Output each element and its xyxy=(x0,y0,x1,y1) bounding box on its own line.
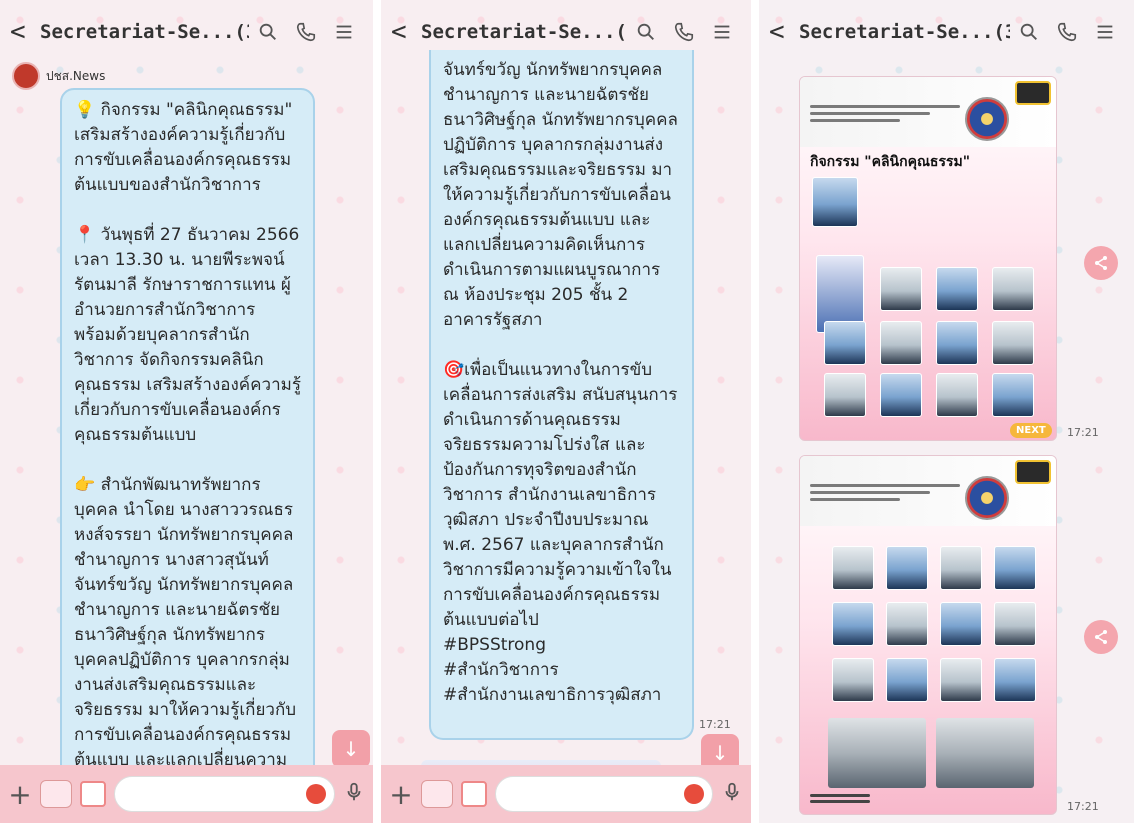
message-input[interactable] xyxy=(495,776,713,812)
poster-photo xyxy=(880,373,922,417)
chat-title[interactable]: Secretariat-Se...(387) xyxy=(799,21,1010,43)
poster-photo xyxy=(886,602,928,646)
sender-avatar[interactable] xyxy=(12,62,40,90)
poster-photo xyxy=(992,373,1034,417)
phone-icon[interactable] xyxy=(287,21,325,43)
emoji-icon[interactable] xyxy=(306,784,326,804)
share-button[interactable] xyxy=(1084,620,1118,654)
message-composer: + xyxy=(0,765,373,823)
message-time: 17:21 xyxy=(1067,426,1099,439)
menu-icon[interactable] xyxy=(1086,21,1124,43)
poster-footer-text-lines xyxy=(810,794,870,808)
poster-photo xyxy=(940,602,982,646)
camera-sticker-icon[interactable] xyxy=(40,780,72,808)
search-icon[interactable] xyxy=(627,21,665,43)
strong-badge-icon xyxy=(1015,460,1051,484)
poster-header-text-lines xyxy=(810,484,960,505)
microphone-icon[interactable] xyxy=(343,781,365,807)
poster-photo xyxy=(936,267,978,311)
poster-photo xyxy=(992,267,1034,311)
message-composer: + xyxy=(381,765,751,823)
scroll-down-button[interactable]: ↓ xyxy=(332,730,370,768)
meeting-room-photo xyxy=(936,718,1034,788)
share-button[interactable] xyxy=(1084,246,1118,280)
poster-photo xyxy=(994,658,1036,702)
sender-name: ปชส.News xyxy=(46,68,106,83)
photo-icon[interactable] xyxy=(80,781,106,807)
strong-badge-icon xyxy=(1015,81,1051,105)
plus-icon[interactable]: + xyxy=(8,778,32,811)
poster-header xyxy=(800,456,1056,526)
organization-seal-icon xyxy=(965,97,1009,141)
message-bubble[interactable]: จันทร์ขวัญ นักทรัพยากรบุคคลชำนาญการ และน… xyxy=(429,50,694,740)
back-arrow-icon[interactable]: < xyxy=(391,17,421,47)
phone-icon[interactable] xyxy=(1048,21,1086,43)
chat-header: < Secretariat-Se...(387) xyxy=(0,0,373,64)
message-input[interactable] xyxy=(114,776,335,812)
chat-panel-3: < Secretariat-Se...(387) กิจกรรม "คลินิก… xyxy=(759,0,1134,823)
search-icon[interactable] xyxy=(249,21,287,43)
poster-photo xyxy=(936,321,978,365)
poster-photo xyxy=(880,321,922,365)
poster-header xyxy=(800,77,1056,147)
menu-icon[interactable] xyxy=(325,21,363,43)
poster-photo xyxy=(992,321,1034,365)
emoji-icon[interactable] xyxy=(684,784,704,804)
poster-header-text-lines xyxy=(810,105,960,126)
phone-icon[interactable] xyxy=(665,21,703,43)
poster-photo xyxy=(940,546,982,590)
chat-header: < Secretariat-Se...(387) xyxy=(759,0,1134,64)
next-button[interactable]: NEXT xyxy=(1010,423,1052,438)
poster-photo xyxy=(940,658,982,702)
back-arrow-icon[interactable]: < xyxy=(769,17,799,47)
activity-poster-image[interactable]: กิจกรรม "คลินิกคุณธรรม" NEXT xyxy=(799,76,1057,441)
chat-title[interactable]: Secretariat-Se...(387) xyxy=(40,21,249,43)
poster-photo xyxy=(832,658,874,702)
back-arrow-icon[interactable]: < xyxy=(10,17,40,47)
poster-photo xyxy=(880,267,922,311)
share-icon xyxy=(1095,630,1107,644)
activity-poster-image[interactable] xyxy=(799,455,1057,815)
poster-photo xyxy=(832,602,874,646)
poster-photo xyxy=(832,546,874,590)
photo-icon[interactable] xyxy=(461,781,487,807)
menu-icon[interactable] xyxy=(703,21,741,43)
camera-sticker-icon[interactable] xyxy=(421,780,453,808)
poster-photo xyxy=(886,546,928,590)
poster-photo xyxy=(812,177,858,227)
meeting-room-photo xyxy=(828,718,926,788)
message-bubble[interactable]: 💡 กิจกรรม "คลินิกคุณธรรม" เสริมสร้างองค์… xyxy=(60,88,315,788)
microphone-icon[interactable] xyxy=(721,781,743,807)
chat-panel-1: < Secretariat-Se...(387) ปชส.News 💡 กิจก… xyxy=(0,0,373,823)
message-time: 17:21 xyxy=(1067,800,1099,813)
poster-title: กิจกรรม "คลินิกคุณธรรม" xyxy=(810,154,971,170)
share-icon xyxy=(1095,256,1107,270)
message-sender: ปชส.News xyxy=(12,62,105,90)
organization-seal-icon xyxy=(965,476,1009,520)
search-icon[interactable] xyxy=(1010,21,1048,43)
chat-panel-2: < Secretariat-Se...(387) จันทร์ขวัญ นักท… xyxy=(381,0,751,823)
poster-photo xyxy=(824,321,866,365)
message-time: 17:21 xyxy=(699,718,731,731)
poster-photo xyxy=(994,602,1036,646)
poster-photo xyxy=(886,658,928,702)
poster-photo xyxy=(824,373,866,417)
plus-icon[interactable]: + xyxy=(389,778,413,811)
chat-title[interactable]: Secretariat-Se...(387) xyxy=(421,21,627,43)
poster-photo xyxy=(936,373,978,417)
poster-photo xyxy=(994,546,1036,590)
